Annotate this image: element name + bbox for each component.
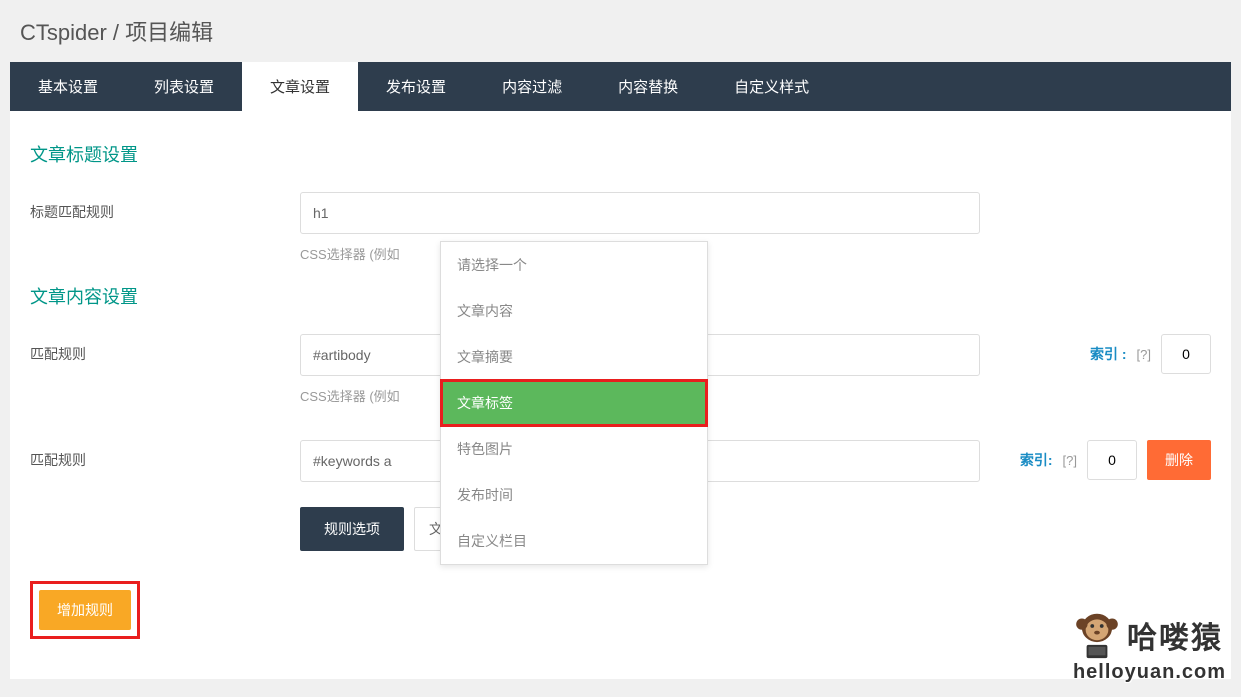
page-title: CTspider / 项目编辑 xyxy=(0,0,1241,62)
rule-options-button[interactable]: 规则选项 xyxy=(300,507,404,551)
dropdown-opt-image[interactable]: 特色图片 xyxy=(441,426,707,472)
tab-list[interactable]: 列表设置 xyxy=(126,62,242,111)
dropdown-opt-excerpt[interactable]: 文章摘要 xyxy=(441,334,707,380)
index-label-2: 索引: xyxy=(1020,450,1053,470)
add-rule-button[interactable]: 增加规则 xyxy=(39,590,131,630)
type-dropdown: 请选择一个 文章内容 文章摘要 文章标签 特色图片 发布时间 自定义栏目 xyxy=(440,241,708,565)
dropdown-placeholder[interactable]: 请选择一个 xyxy=(441,242,707,288)
dropdown-opt-content[interactable]: 文章内容 xyxy=(441,288,707,334)
tab-nav: 基本设置 列表设置 文章设置 发布设置 内容过滤 内容替换 自定义样式 xyxy=(10,62,1231,111)
dropdown-opt-time[interactable]: 发布时间 xyxy=(441,472,707,518)
dropdown-opt-custom[interactable]: 自定义栏目 xyxy=(441,518,707,564)
tab-publish[interactable]: 发布设置 xyxy=(358,62,474,111)
title-rule-input[interactable] xyxy=(300,192,980,234)
index-input-1[interactable] xyxy=(1161,334,1211,374)
tab-style[interactable]: 自定义样式 xyxy=(706,62,837,111)
match-rule-label-2: 匹配规则 xyxy=(30,440,300,470)
match-rule-label-1: 匹配规则 xyxy=(30,334,300,364)
index-help-1[interactable]: [?] xyxy=(1137,347,1151,362)
title-rule-help: CSS选择器 (例如 xyxy=(300,244,1211,263)
add-rule-highlight: 增加规则 xyxy=(30,581,140,639)
delete-button[interactable]: 删除 xyxy=(1147,440,1211,480)
index-help-2[interactable]: [?] xyxy=(1063,453,1077,468)
tab-replace[interactable]: 内容替换 xyxy=(590,62,706,111)
title-section-heading: 文章标题设置 xyxy=(30,141,1211,167)
tab-basic[interactable]: 基本设置 xyxy=(10,62,126,111)
tab-filter[interactable]: 内容过滤 xyxy=(474,62,590,111)
index-label-1: 索引 : xyxy=(1090,344,1127,364)
watermark-url: helloyuan.com xyxy=(1073,661,1226,684)
tab-article[interactable]: 文章设置 xyxy=(242,62,358,111)
index-input-2[interactable] xyxy=(1087,440,1137,480)
title-rule-label: 标题匹配规则 xyxy=(30,192,300,222)
dropdown-opt-tag[interactable]: 文章标签 xyxy=(441,380,707,426)
